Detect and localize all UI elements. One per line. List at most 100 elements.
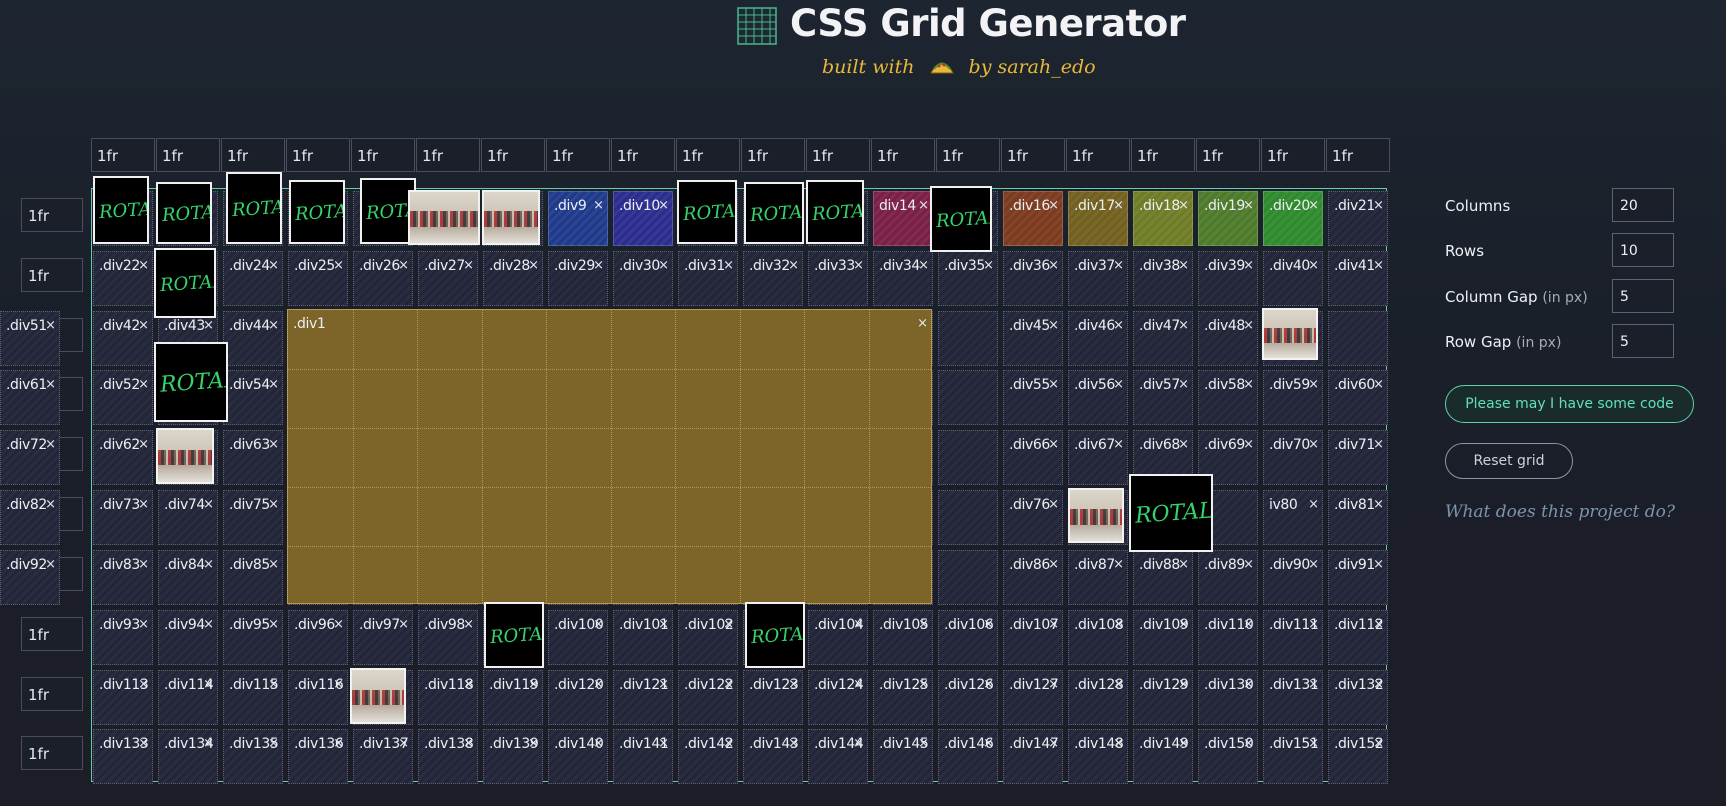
close-icon[interactable]: × xyxy=(1113,377,1124,392)
grid-cell-r8-c18[interactable]: .div110 × xyxy=(1198,610,1258,665)
close-icon[interactable]: × xyxy=(268,677,279,692)
close-icon[interactable]: × xyxy=(463,258,474,273)
close-icon[interactable]: × xyxy=(463,677,474,692)
close-icon[interactable]: × xyxy=(1178,377,1189,392)
column-size-11[interactable]: 1fr xyxy=(741,138,805,172)
close-icon[interactable]: × xyxy=(1243,198,1254,213)
grid-cell-r10-c11[interactable]: .div143 × xyxy=(743,729,803,784)
grid-cell-r4-c17[interactable]: .div57 × xyxy=(1133,370,1193,425)
grid-cell-r9-c18[interactable]: .div130 × xyxy=(1198,670,1258,725)
close-icon[interactable]: × xyxy=(203,497,214,512)
close-icon[interactable]: × xyxy=(138,557,149,572)
close-icon[interactable]: × xyxy=(1178,677,1189,692)
grid-cell-r6-c3[interactable]: .div75 × xyxy=(223,490,283,545)
grid-cell-r2-c20[interactable]: .div41 × xyxy=(1328,251,1388,306)
close-icon[interactable]: × xyxy=(1113,318,1124,333)
grid-cell-r9-c9[interactable]: .div121 × xyxy=(613,670,673,725)
close-icon[interactable]: × xyxy=(1113,617,1124,632)
close-icon[interactable]: × xyxy=(1178,617,1189,632)
grid-cell-r4-c18[interactable]: .div58 × xyxy=(1198,370,1258,425)
grid-cell-r6-c19[interactable]: iv80 × xyxy=(1263,490,1323,545)
grid-cell-r9-c11[interactable]: .div123 × xyxy=(743,670,803,725)
close-icon[interactable]: × xyxy=(45,318,56,333)
grid-cell-r7-c3[interactable]: .div85 × xyxy=(223,550,283,605)
grid-cell-r10-c9[interactable]: .div141 × xyxy=(613,729,673,784)
close-icon[interactable]: × xyxy=(1308,198,1319,213)
close-icon[interactable]: × xyxy=(333,617,344,632)
grid-cell-r8-c9[interactable]: .div101 × xyxy=(613,610,673,665)
grid-cell-r2-c19[interactable]: .div40 × xyxy=(1263,251,1323,306)
grid-cell-r10-c19[interactable]: .div151 × xyxy=(1263,729,1323,784)
close-icon[interactable]: × xyxy=(1373,437,1384,452)
grid-cell-r4-c19[interactable]: .div59 × xyxy=(1263,370,1323,425)
close-icon[interactable]: × xyxy=(1373,736,1384,751)
grid-cell-r2-c1[interactable]: .div22 × xyxy=(93,251,153,306)
grid-cell-r5-c15[interactable]: .div66 × xyxy=(1003,430,1063,485)
close-icon[interactable]: × xyxy=(1048,736,1059,751)
grid-cell-r2-c4[interactable]: .div25 × xyxy=(288,251,348,306)
grid-cell-r9-c7[interactable]: .div119 × xyxy=(483,670,543,725)
grid-cell-r3-c3[interactable]: .div44 × xyxy=(223,311,283,366)
grid-cell-r9-c4[interactable]: .div116 × xyxy=(288,670,348,725)
grid-cell-r7-c21[interactable]: .div92 × xyxy=(0,550,60,605)
close-icon[interactable]: × xyxy=(1048,557,1059,572)
grid-cell-r7-c20[interactable]: .div91 × xyxy=(1328,550,1388,605)
grid-cell-r10-c18[interactable]: .div150 × xyxy=(1198,729,1258,784)
grid-cell-r10-c4[interactable]: .div136 × xyxy=(288,729,348,784)
grid-cell-r7-c17[interactable]: .div88 × xyxy=(1133,550,1193,605)
close-icon[interactable]: × xyxy=(983,677,994,692)
column-size-1[interactable]: 1fr xyxy=(91,138,155,172)
column-size-16[interactable]: 1fr xyxy=(1066,138,1130,172)
close-icon[interactable]: × xyxy=(918,198,929,213)
grid-cell-r1-c8[interactable]: .div9 × xyxy=(548,191,608,246)
grid-cell-r8-c4[interactable]: .div96 × xyxy=(288,610,348,665)
close-icon[interactable]: × xyxy=(203,318,214,333)
close-icon[interactable]: × xyxy=(138,258,149,273)
column-size-18[interactable]: 1fr xyxy=(1196,138,1260,172)
close-icon[interactable]: × xyxy=(853,258,864,273)
grid-cell-r2-c7[interactable]: .div28 × xyxy=(483,251,543,306)
grid-cell-r10-c12[interactable]: .div144 × xyxy=(808,729,868,784)
close-icon[interactable]: × xyxy=(723,258,734,273)
close-icon[interactable]: × xyxy=(1178,557,1189,572)
column-size-9[interactable]: 1fr xyxy=(611,138,675,172)
grid-cell-r3-c20[interactable] xyxy=(1328,311,1388,366)
grid-cell-r1-c9[interactable]: .div10 × xyxy=(613,191,673,246)
close-icon[interactable]: × xyxy=(398,258,409,273)
grid-cell-r5-c21[interactable]: .div72 × xyxy=(0,430,60,485)
close-icon[interactable]: × xyxy=(853,617,864,632)
close-icon[interactable]: × xyxy=(1113,677,1124,692)
what-does-this-do-link[interactable]: What does this project do? xyxy=(1445,502,1675,522)
row-gap-input[interactable]: 5 xyxy=(1612,324,1674,358)
close-icon[interactable]: × xyxy=(658,677,669,692)
grid-cell-r9-c3[interactable]: .div115 × xyxy=(223,670,283,725)
close-icon[interactable]: × xyxy=(138,497,149,512)
close-icon[interactable]: × xyxy=(1048,497,1059,512)
close-icon[interactable]: × xyxy=(918,617,929,632)
column-size-13[interactable]: 1fr xyxy=(871,138,935,172)
close-icon[interactable]: × xyxy=(268,377,279,392)
grid-cell-r1-c15[interactable]: .div16 × xyxy=(1003,191,1063,246)
close-icon[interactable]: × xyxy=(1243,736,1254,751)
grid-cell-r1-c17[interactable]: .div18 × xyxy=(1133,191,1193,246)
close-icon[interactable]: × xyxy=(138,377,149,392)
grid-cell-r4-c20[interactable]: .div60 × xyxy=(1328,370,1388,425)
grid-cell-r9-c6[interactable]: .div118 × xyxy=(418,670,478,725)
grid-cell-r6-c20[interactable]: .div81 × xyxy=(1328,490,1388,545)
grid-cell-r8-c3[interactable]: .div95 × xyxy=(223,610,283,665)
close-icon[interactable]: × xyxy=(1048,318,1059,333)
close-icon[interactable]: × xyxy=(1048,437,1059,452)
grid-cell-r8-c1[interactable]: .div93 × xyxy=(93,610,153,665)
grid-cell-r9-c1[interactable]: .div113 × xyxy=(93,670,153,725)
close-icon[interactable]: × xyxy=(203,617,214,632)
close-icon[interactable]: × xyxy=(528,736,539,751)
grid-cell-r8-c17[interactable]: .div109 × xyxy=(1133,610,1193,665)
close-icon[interactable]: × xyxy=(138,318,149,333)
column-gap-input[interactable]: 5 xyxy=(1612,279,1674,313)
grid-cell-r9-c16[interactable]: .div128 × xyxy=(1068,670,1128,725)
grid-cell-r8-c5[interactable]: .div97 × xyxy=(353,610,413,665)
close-icon[interactable]: × xyxy=(658,736,669,751)
grid-cell-r2-c11[interactable]: .div32 × xyxy=(743,251,803,306)
close-icon[interactable]: × xyxy=(45,437,56,452)
grid-cell-r7-c16[interactable]: .div87 × xyxy=(1068,550,1128,605)
